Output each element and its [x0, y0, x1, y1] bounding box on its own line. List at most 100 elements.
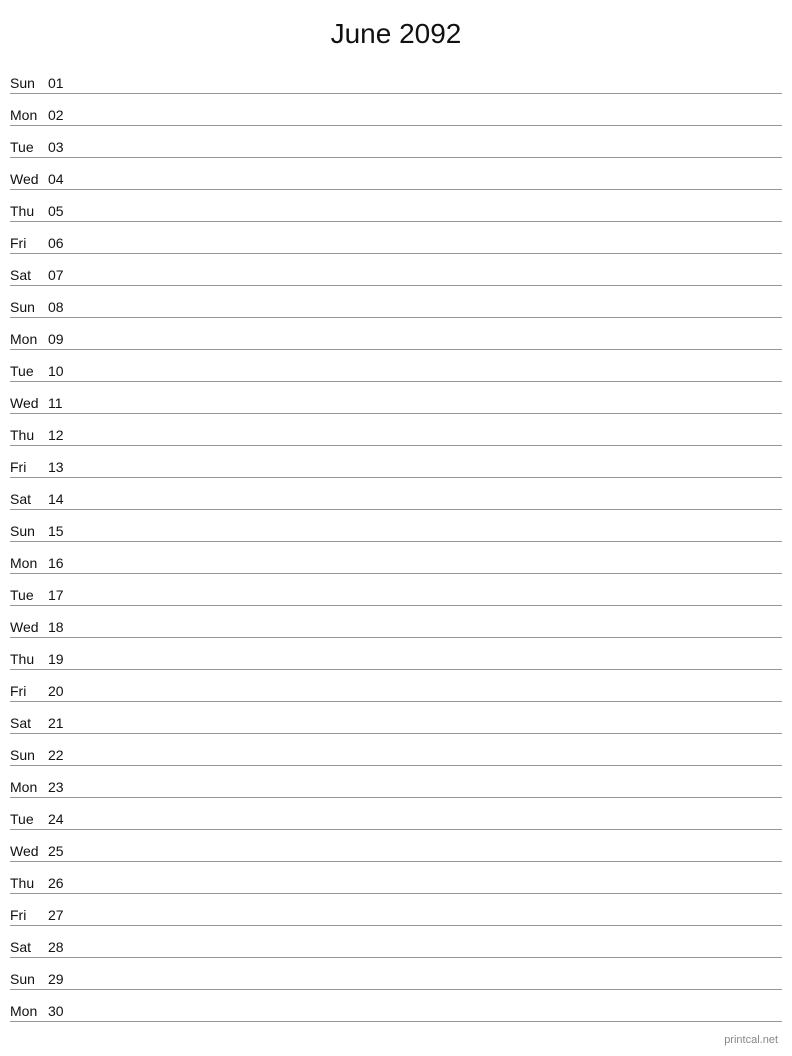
- day-number: 21: [48, 715, 76, 731]
- day-row: Wed11: [10, 382, 782, 414]
- watermark: printcal.net: [724, 1034, 778, 1046]
- day-row: Tue24: [10, 798, 782, 830]
- day-name: Wed: [10, 395, 48, 411]
- day-line: [76, 858, 782, 859]
- day-row: Tue17: [10, 574, 782, 606]
- day-line: [76, 346, 782, 347]
- day-name: Mon: [10, 779, 48, 795]
- day-row: Thu19: [10, 638, 782, 670]
- day-row: Sat07: [10, 254, 782, 286]
- day-name: Tue: [10, 139, 48, 155]
- day-line: [76, 986, 782, 987]
- day-line: [76, 410, 782, 411]
- day-number: 13: [48, 459, 76, 475]
- day-number: 11: [48, 395, 76, 411]
- day-name: Wed: [10, 171, 48, 187]
- day-row: Sun29: [10, 958, 782, 990]
- day-name: Thu: [10, 203, 48, 219]
- day-number: 22: [48, 747, 76, 763]
- day-row: Thu05: [10, 190, 782, 222]
- day-line: [76, 218, 782, 219]
- day-number: 03: [48, 139, 76, 155]
- day-number: 30: [48, 1003, 76, 1019]
- day-line: [76, 1018, 782, 1019]
- day-row: Sat28: [10, 926, 782, 958]
- day-name: Fri: [10, 907, 48, 923]
- day-row: Fri20: [10, 670, 782, 702]
- day-row: Mon16: [10, 542, 782, 574]
- day-number: 02: [48, 107, 76, 123]
- page-title: June 2092: [0, 0, 792, 62]
- day-line: [76, 282, 782, 283]
- day-name: Sat: [10, 267, 48, 283]
- day-number: 09: [48, 331, 76, 347]
- day-name: Sat: [10, 715, 48, 731]
- calendar-list: Sun01Mon02Tue03Wed04Thu05Fri06Sat07Sun08…: [0, 62, 792, 1022]
- day-row: Wed04: [10, 158, 782, 190]
- day-line: [76, 122, 782, 123]
- day-number: 08: [48, 299, 76, 315]
- day-line: [76, 154, 782, 155]
- day-line: [76, 378, 782, 379]
- day-number: 29: [48, 971, 76, 987]
- day-name: Sat: [10, 939, 48, 955]
- day-number: 27: [48, 907, 76, 923]
- day-name: Fri: [10, 235, 48, 251]
- day-row: Sun01: [10, 62, 782, 94]
- day-name: Sun: [10, 971, 48, 987]
- day-number: 06: [48, 235, 76, 251]
- day-name: Fri: [10, 459, 48, 475]
- day-line: [76, 826, 782, 827]
- day-row: Tue10: [10, 350, 782, 382]
- day-number: 07: [48, 267, 76, 283]
- day-line: [76, 634, 782, 635]
- day-name: Sun: [10, 523, 48, 539]
- day-number: 24: [48, 811, 76, 827]
- day-number: 15: [48, 523, 76, 539]
- day-name: Sun: [10, 299, 48, 315]
- day-number: 12: [48, 427, 76, 443]
- day-line: [76, 250, 782, 251]
- day-number: 10: [48, 363, 76, 379]
- day-line: [76, 762, 782, 763]
- day-number: 04: [48, 171, 76, 187]
- day-number: 28: [48, 939, 76, 955]
- day-row: Thu12: [10, 414, 782, 446]
- day-name: Sun: [10, 75, 48, 91]
- day-row: Wed18: [10, 606, 782, 638]
- day-name: Tue: [10, 811, 48, 827]
- day-row: Wed25: [10, 830, 782, 862]
- day-name: Mon: [10, 331, 48, 347]
- day-row: Mon09: [10, 318, 782, 350]
- day-row: Mon30: [10, 990, 782, 1022]
- day-number: 20: [48, 683, 76, 699]
- day-name: Wed: [10, 843, 48, 859]
- day-line: [76, 954, 782, 955]
- day-row: Mon02: [10, 94, 782, 126]
- day-number: 16: [48, 555, 76, 571]
- day-name: Wed: [10, 619, 48, 635]
- day-row: Sun15: [10, 510, 782, 542]
- day-line: [76, 794, 782, 795]
- day-row: Sat14: [10, 478, 782, 510]
- day-row: Sun08: [10, 286, 782, 318]
- day-line: [76, 474, 782, 475]
- day-line: [76, 602, 782, 603]
- day-line: [76, 698, 782, 699]
- day-number: 19: [48, 651, 76, 667]
- day-name: Mon: [10, 1003, 48, 1019]
- day-row: Fri06: [10, 222, 782, 254]
- day-line: [76, 890, 782, 891]
- day-row: Thu26: [10, 862, 782, 894]
- day-number: 18: [48, 619, 76, 635]
- day-row: Fri13: [10, 446, 782, 478]
- day-name: Fri: [10, 683, 48, 699]
- day-line: [76, 922, 782, 923]
- day-line: [76, 442, 782, 443]
- day-line: [76, 90, 782, 91]
- day-number: 23: [48, 779, 76, 795]
- day-name: Sun: [10, 747, 48, 763]
- day-line: [76, 570, 782, 571]
- day-number: 25: [48, 843, 76, 859]
- day-line: [76, 186, 782, 187]
